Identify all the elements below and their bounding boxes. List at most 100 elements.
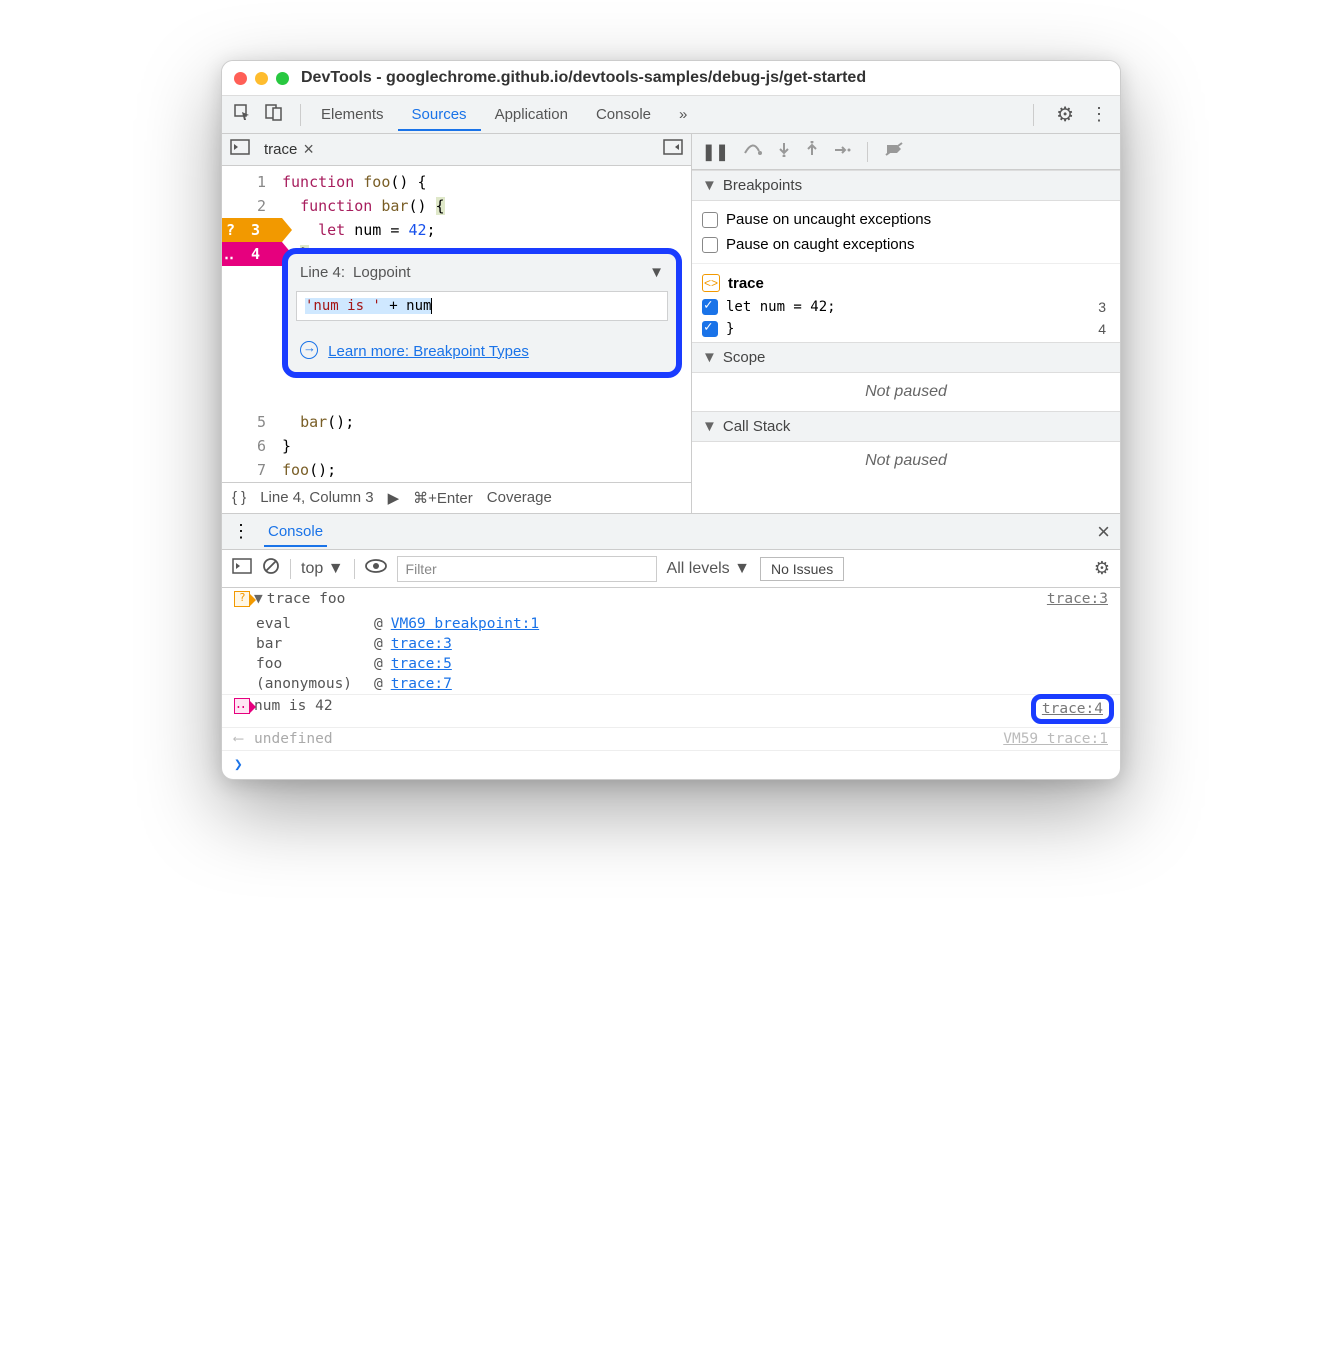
close-drawer-icon[interactable]: × bbox=[1097, 519, 1110, 545]
live-expression-icon[interactable] bbox=[365, 559, 387, 578]
step-out-icon[interactable] bbox=[805, 141, 819, 162]
scope-header[interactable]: ▼Scope bbox=[692, 342, 1120, 373]
device-icon[interactable] bbox=[264, 102, 284, 127]
console-trace-label: trace foo bbox=[267, 591, 346, 611]
pause-caught-checkbox[interactable] bbox=[702, 237, 718, 253]
stack-src-link[interactable]: trace:3 bbox=[391, 636, 452, 652]
close-window-icon[interactable] bbox=[234, 72, 247, 85]
console-drawer-tabs: ⋮ Console × bbox=[222, 514, 1120, 550]
tab-elements[interactable]: Elements bbox=[307, 98, 398, 131]
scope-not-paused: Not paused bbox=[692, 373, 1120, 411]
callstack-not-paused: Not paused bbox=[692, 442, 1120, 480]
file-icon: <> bbox=[702, 274, 720, 292]
tab-sources[interactable]: Sources bbox=[398, 98, 481, 131]
line-number[interactable]: 2 bbox=[222, 194, 266, 218]
conditional-bp-icon bbox=[234, 591, 250, 607]
tab-overflow-icon[interactable]: » bbox=[665, 98, 701, 131]
return-src-link[interactable]: VM59 trace:1 bbox=[1003, 731, 1108, 747]
breakpoint-type-select[interactable]: Logpoint bbox=[353, 264, 641, 281]
console-tab[interactable]: Console bbox=[264, 516, 327, 547]
line-number[interactable]: 7 bbox=[222, 458, 266, 482]
kebab-menu-icon[interactable]: ⋮ bbox=[1090, 104, 1108, 125]
divider bbox=[300, 104, 301, 126]
tab-application[interactable]: Application bbox=[481, 98, 582, 131]
file-tab-trace[interactable]: trace × bbox=[258, 135, 320, 164]
console-prompt[interactable]: ❯ bbox=[222, 750, 1120, 779]
console-output: ▼ trace foo trace:3 eval@ VM69 breakpoin… bbox=[222, 588, 1120, 779]
clear-console-icon[interactable] bbox=[262, 557, 280, 580]
info-icon bbox=[300, 341, 318, 359]
log-message: num is 42 bbox=[254, 698, 333, 724]
return-value: undefined bbox=[254, 731, 333, 747]
line-number-logpoint[interactable]: 4 bbox=[222, 242, 282, 266]
pause-uncaught-checkbox[interactable] bbox=[702, 212, 718, 228]
breakpoints-header[interactable]: ▼Breakpoints bbox=[692, 170, 1120, 201]
navigator-toggle-icon[interactable] bbox=[230, 139, 250, 160]
run-shortcut: ⌘+Enter bbox=[413, 489, 473, 507]
editor-column: trace × 1 2 3 4 5 6 7 bbox=[222, 134, 692, 513]
line-number[interactable]: 5 bbox=[222, 410, 266, 434]
snippets-toggle-icon[interactable] bbox=[663, 139, 683, 160]
minimize-window-icon[interactable] bbox=[255, 72, 268, 85]
cursor-position: Line 4, Column 3 bbox=[260, 489, 373, 506]
stack-fn: (anonymous) bbox=[256, 676, 366, 692]
console-sidebar-toggle-icon[interactable] bbox=[232, 558, 252, 579]
levels-selector[interactable]: All levels ▼ bbox=[667, 560, 750, 578]
stack-fn: foo bbox=[256, 656, 366, 672]
bp-code[interactable]: let num = 42; bbox=[726, 299, 836, 315]
bp-checkbox[interactable] bbox=[702, 321, 718, 337]
filter-input[interactable]: Filter bbox=[397, 556, 657, 582]
pause-uncaught-label: Pause on uncaught exceptions bbox=[726, 211, 931, 228]
stack-src-link[interactable]: VM69 breakpoint:1 bbox=[391, 616, 539, 632]
stack-fn: eval bbox=[256, 616, 366, 632]
window-controls bbox=[234, 72, 289, 85]
learn-more-link[interactable]: Learn more: Breakpoint Types bbox=[328, 343, 529, 360]
gear-icon[interactable]: ⚙ bbox=[1056, 102, 1074, 127]
divider bbox=[1033, 104, 1034, 126]
bp-code[interactable]: } bbox=[726, 321, 734, 337]
editor-status-bar: { } Line 4, Column 3 ▶ ⌘+Enter Coverage bbox=[222, 482, 691, 514]
drawer-menu-icon[interactable]: ⋮ bbox=[232, 521, 250, 542]
console-settings-icon[interactable]: ⚙ bbox=[1094, 558, 1110, 579]
titlebar: DevTools - googlechrome.github.io/devtoo… bbox=[222, 61, 1120, 96]
debugger-sidebar: ❚❚ ▼Breakpoints Pause on uncaught except… bbox=[692, 134, 1120, 513]
inspect-icon[interactable] bbox=[232, 102, 252, 127]
logpoint-icon bbox=[234, 698, 250, 714]
line-number-conditional-bp[interactable]: 3 bbox=[222, 218, 282, 242]
callstack-header[interactable]: ▼Call Stack bbox=[692, 411, 1120, 442]
pretty-print-icon[interactable]: { } bbox=[232, 489, 246, 506]
close-tab-icon[interactable]: × bbox=[303, 139, 314, 160]
popover-line-label: Line 4: bbox=[300, 264, 345, 281]
trace-source-link[interactable]: trace:3 bbox=[1047, 591, 1108, 611]
dropdown-icon[interactable]: ▼ bbox=[649, 264, 664, 281]
step-icon[interactable] bbox=[833, 143, 851, 161]
window-title: DevTools - googlechrome.github.io/devtoo… bbox=[301, 69, 866, 87]
deactivate-breakpoints-icon[interactable] bbox=[884, 141, 904, 162]
stack-src-link[interactable]: trace:5 bbox=[391, 656, 452, 672]
step-over-icon[interactable] bbox=[743, 141, 763, 162]
pause-icon[interactable]: ❚❚ bbox=[702, 142, 729, 162]
code-editor[interactable]: 1 2 3 4 5 6 7 function foo() { function … bbox=[222, 166, 691, 482]
bp-checkbox[interactable] bbox=[702, 299, 718, 315]
breakpoint-file-label: trace bbox=[728, 275, 764, 292]
context-selector[interactable]: top ▼ bbox=[301, 560, 344, 578]
maximize-window-icon[interactable] bbox=[276, 72, 289, 85]
stack-src-link[interactable]: trace:7 bbox=[391, 676, 452, 692]
stack-fn: bar bbox=[256, 636, 366, 652]
coverage-label[interactable]: Coverage bbox=[487, 489, 552, 506]
issues-button[interactable]: No Issues bbox=[760, 557, 844, 581]
logpoint-popover: Line 4: Logpoint ▼ 'num is ' + num Lear bbox=[282, 248, 682, 378]
pause-caught-label: Pause on caught exceptions bbox=[726, 236, 914, 253]
run-snippet-icon[interactable]: ▶ bbox=[388, 489, 400, 507]
step-into-icon[interactable] bbox=[777, 141, 791, 162]
tab-console[interactable]: Console bbox=[582, 98, 665, 131]
console-toolbar: top ▼ Filter All levels ▼ No Issues ⚙ bbox=[222, 550, 1120, 588]
logpoint-expression-input[interactable]: 'num is ' + num bbox=[296, 291, 668, 321]
file-tab-label: trace bbox=[264, 141, 297, 158]
line-number[interactable]: 1 bbox=[222, 170, 266, 194]
line-number[interactable]: 6 bbox=[222, 434, 266, 458]
bp-line: 3 bbox=[1098, 299, 1110, 315]
bp-line: 4 bbox=[1098, 321, 1110, 337]
log-source-link[interactable]: trace:4 bbox=[1031, 694, 1114, 724]
devtools-window: DevTools - googlechrome.github.io/devtoo… bbox=[221, 60, 1121, 780]
